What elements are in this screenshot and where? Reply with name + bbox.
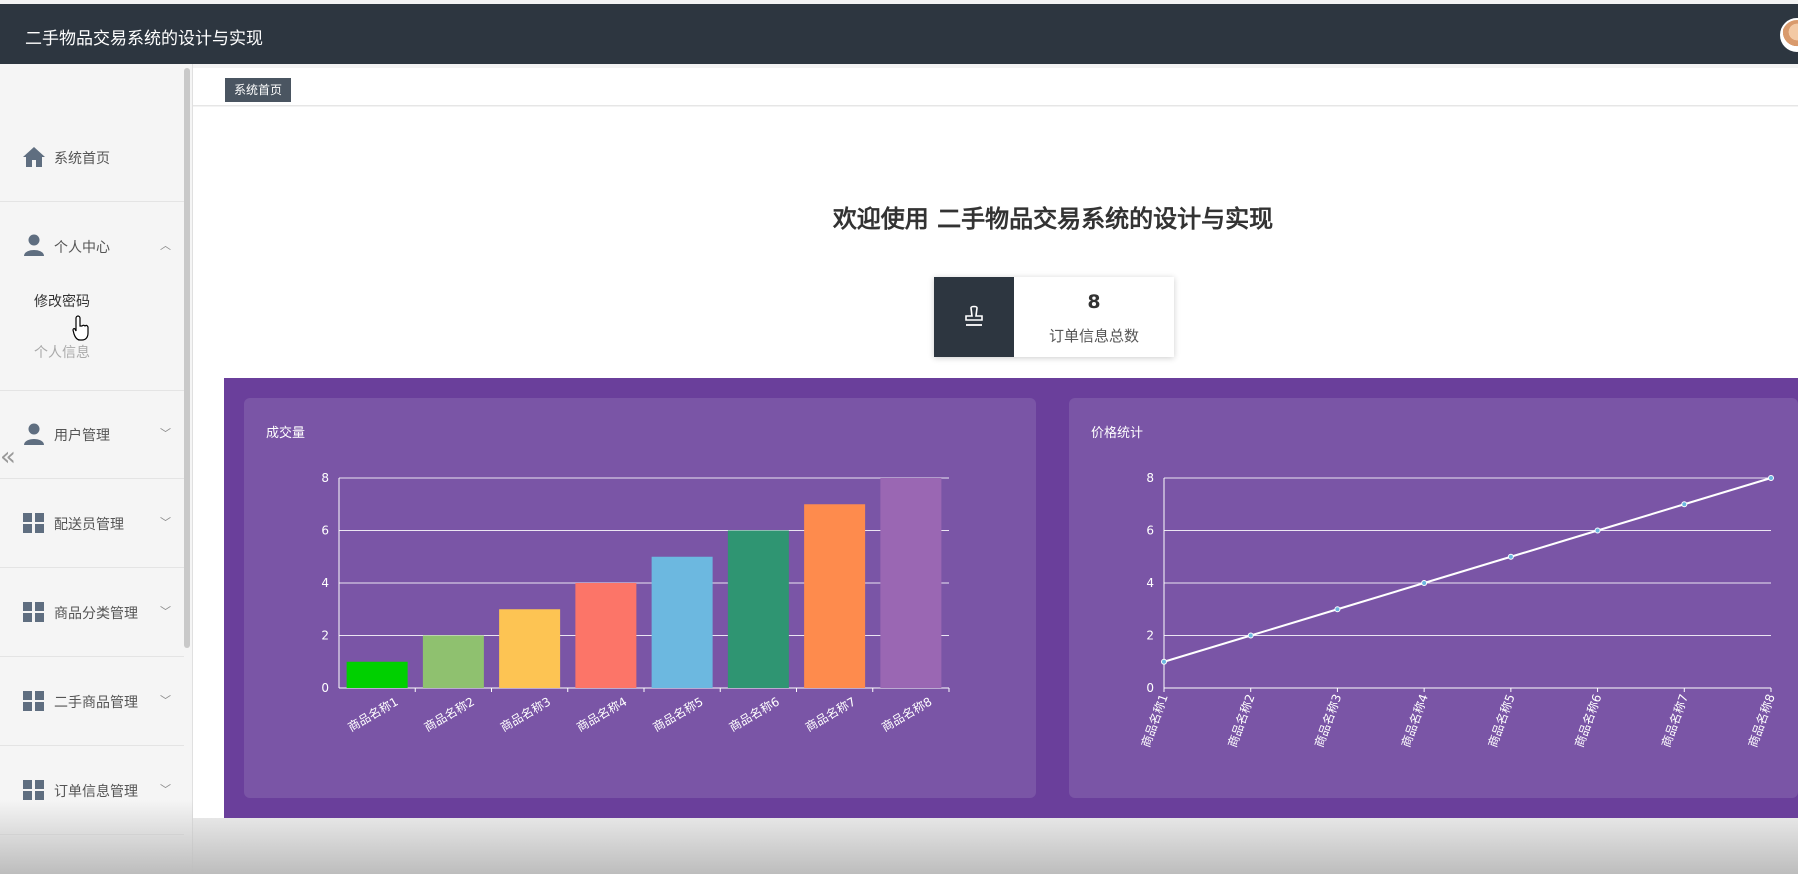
y-tick-label: 8 [321,471,329,485]
data-point [1421,580,1428,586]
bar [651,556,713,688]
bar [880,478,942,688]
x-tick-label: 商品名称2 [421,694,477,735]
y-tick-label: 0 [321,681,329,695]
sidebar-item-personal-center[interactable]: 个人中心 ︿ 修改密码 个人信息 [0,203,184,391]
y-tick-label: 6 [321,524,329,538]
data-point [1681,501,1688,508]
chevron-down-icon: ﹀ [160,694,171,707]
grid-icon [23,602,44,622]
sidebar-item-goods-management[interactable]: 二手商品管理 ﹀ [0,658,184,746]
user-icon [24,423,44,445]
top-header: 二手物品交易系统的设计与实现 [0,4,1798,64]
grid-icon [23,691,44,711]
bar [804,504,866,688]
breadcrumb: 系统首页 [193,68,1798,106]
data-point [1507,553,1514,560]
chevron-down-icon: ﹀ [160,605,171,618]
y-tick-label: 6 [1146,524,1154,538]
sidebar-item-label: 配送员管理 [54,517,124,533]
hand-cursor-icon [72,315,89,341]
bar [499,609,561,688]
order-count-label: 订单信息总数 [1048,327,1139,345]
bar [727,530,789,688]
sidebar-item-label: 系统首页 [54,151,110,167]
x-tick-label: 商品名称3 [1311,692,1344,749]
x-tick-label: 商品名称5 [1485,692,1518,749]
sidebar-item-label: 订单信息管理 [54,784,138,800]
user-icon [24,234,44,256]
x-tick-label: 商品名称4 [1398,692,1431,749]
x-tick-label: 商品名称1 [345,694,401,735]
sidebar-item-label: 二手商品管理 [54,695,138,711]
data-point [1334,606,1341,613]
bar [422,635,484,688]
y-tick-label: 4 [1146,576,1154,590]
x-tick-label: 商品名称8 [879,694,935,735]
y-tick-label: 4 [321,576,329,590]
sidebar-item-label: 商品分类管理 [54,606,138,622]
data-point [1594,527,1601,534]
submenu-personal-info[interactable]: 个人信息 [34,342,90,362]
sidebar-item-category-management[interactable]: 商品分类管理 ﹀ [0,569,184,657]
grid-icon [23,513,44,533]
chart-area: 成交量 0 2 4 6 8 商品名称1 商品名称2 商品名称3 商品名称4 商品名称5 商品名称6 商… [224,378,1798,818]
bar [575,583,637,688]
y-tick-label: 2 [321,629,329,643]
order-count-card: 8 订单信息总数 [934,277,1174,357]
chevron-down-icon: ﹀ [160,427,171,440]
chevron-down-icon: ﹀ [160,783,171,796]
main-content: 欢迎使用 二手物品交易系统的设计与实现 8 订单信息总数 成交量 0 2 4 6 8 商品… [193,107,1798,874]
bar-chart: 0 2 4 6 8 商品名称1 商品名称2 商品名称3 商品名称4 商品名称5 商品名称6 商品名称7… [321,471,950,735]
user-avatar[interactable] [1780,18,1798,52]
sidebar-item-home[interactable]: 系统首页 [0,114,184,202]
stamp-icon [965,305,983,326]
sidebar-scrollbar[interactable] [184,68,190,648]
x-tick-label: 商品名称2 [1224,692,1257,749]
x-tick-label: 商品名称1 [1138,692,1171,749]
data-point [1161,658,1167,665]
y-tick-label: 2 [1146,629,1154,643]
line-chart-panel: 价格统计 0 2 4 6 8 商品名称1 商品名称2 商品名称3 商品名称4 商品名称5 商品名称6… [1069,398,1798,798]
x-tick-label: 商品名称7 [1658,692,1691,749]
welcome-title: 欢迎使用 二手物品交易系统的设计与实现 [832,205,1274,233]
line-chart: 0 2 4 6 8 商品名称1 商品名称2 商品名称3 商品名称4 商品名称5 商品名称6 商品名称7… [1138,471,1778,749]
data-point [1768,475,1774,481]
sidebar-item-label: 用户管理 [54,428,110,444]
bottom-shadow-left [0,800,193,874]
breadcrumb-home[interactable]: 系统首页 [225,78,292,102]
collapse-sidebar-icon[interactable]: « [0,442,16,472]
chevron-down-icon: ﹀ [160,516,171,529]
sidebar-item-courier-management[interactable]: 配送员管理 ﹀ [0,480,184,568]
x-tick-label: 商品名称6 [726,694,782,735]
x-tick-label: 商品名称7 [802,694,858,735]
data-point [1247,632,1254,639]
stat-icon-box [934,277,1014,357]
x-tick-label: 商品名称8 [1745,692,1778,749]
y-tick-label: 8 [1146,471,1154,485]
app-title: 二手物品交易系统的设计与实现 [25,29,263,49]
order-count-value: 8 [1087,291,1101,313]
x-tick-label: 商品名称3 [497,694,553,735]
x-tick-label: 商品名称4 [574,694,630,735]
x-tick-label: 商品名称6 [1571,692,1604,749]
bottom-shadow [193,818,1798,874]
series-line [1163,477,1772,663]
home-icon [23,147,45,167]
sidebar-item-label: 个人中心 [54,240,110,256]
grid-icon [23,780,44,800]
y-tick-label: 0 [1146,681,1154,695]
bar [346,661,408,688]
sidebar-item-user-management[interactable]: 用户管理 ﹀ [0,391,184,479]
sidebar: 系统首页 个人中心 ︿ 修改密码 个人信息 用户管理 ﹀ 配送员管理 ﹀ 商品分… [0,64,193,874]
chevron-up-icon: ︿ [160,239,171,252]
x-tick-label: 商品名称5 [650,694,706,735]
submenu-change-password[interactable]: 修改密码 [34,291,90,311]
bar-chart-panel: 成交量 0 2 4 6 8 商品名称1 商品名称2 商品名称3 商品名称4 商品名称5 商品名称6 商… [244,398,1036,798]
